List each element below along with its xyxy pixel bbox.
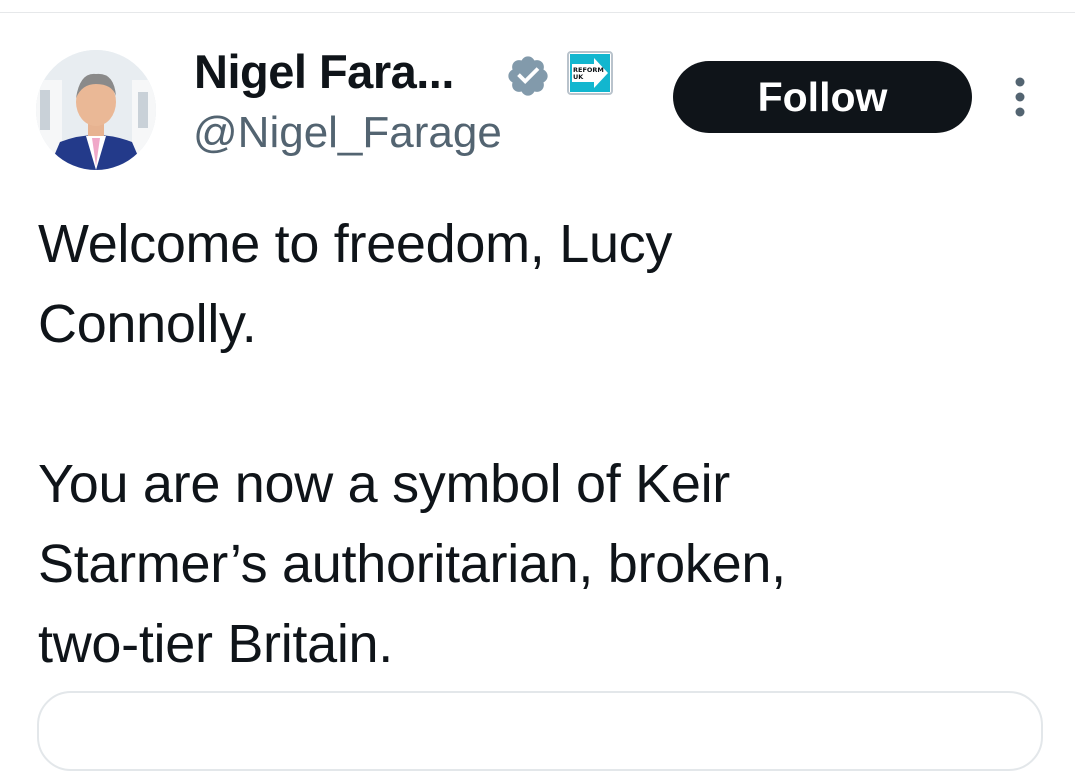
author-handle[interactable]: @Nigel_Farage xyxy=(193,108,502,158)
affiliate-badge[interactable]: REFORM UK xyxy=(567,51,613,95)
more-options-icon[interactable] xyxy=(1008,76,1032,118)
tweet-line: Connolly. xyxy=(38,294,257,354)
media-card[interactable] xyxy=(37,691,1043,771)
reform-uk-logo-icon: REFORM UK xyxy=(570,54,610,92)
tweet-line: two-tier Britain. xyxy=(38,614,393,674)
divider xyxy=(0,12,1075,13)
follow-button[interactable]: Follow xyxy=(673,61,972,133)
avatar[interactable] xyxy=(36,50,156,170)
verified-badge-icon xyxy=(505,53,551,99)
tweet-line: Welcome to freedom, Lucy xyxy=(38,214,673,274)
tweet-line: Starmer’s authoritarian, broken, xyxy=(38,534,786,594)
avatar-photo xyxy=(36,50,156,170)
tweet-text: Welcome to freedom, Lucy Connolly. You a… xyxy=(38,204,1018,684)
svg-text:UK: UK xyxy=(573,73,584,81)
tweet-line: You are now a symbol of Keir xyxy=(38,454,730,514)
tweet: Nigel Fara... REFORM UK @Nigel_Farage Fo… xyxy=(0,0,1075,771)
author-display-name[interactable]: Nigel Fara... xyxy=(194,44,454,99)
